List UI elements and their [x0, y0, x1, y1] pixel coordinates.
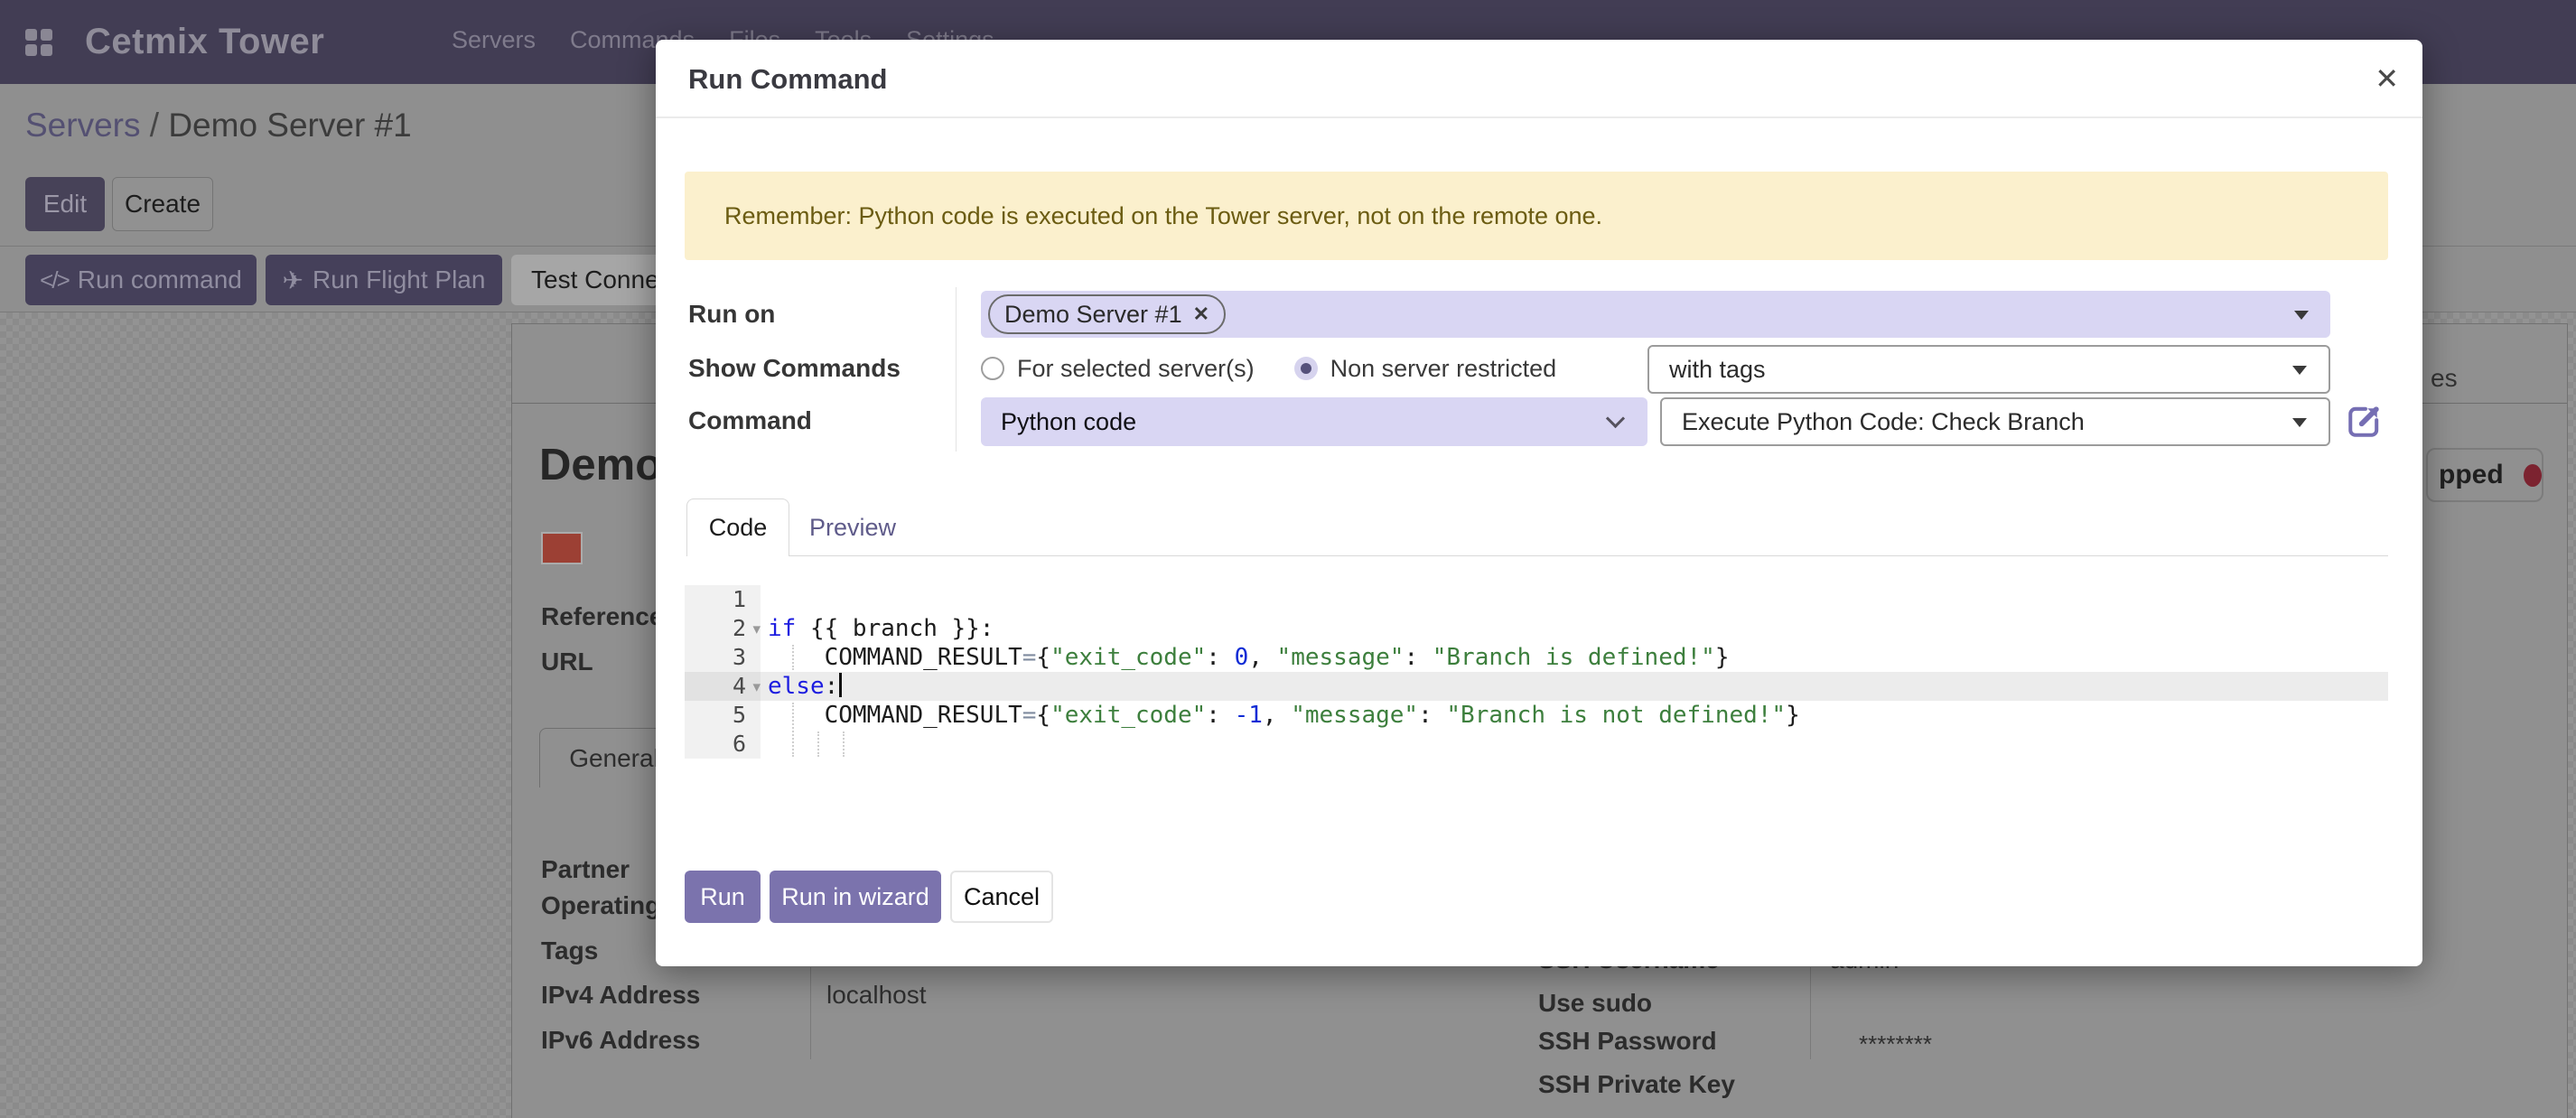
warning-text: Remember: Python code is executed on the… [724, 202, 1602, 230]
dropdown-caret-icon[interactable] [2294, 311, 2309, 320]
code-line-content[interactable]: else: [761, 672, 842, 701]
plane-icon: ✈ [283, 266, 303, 295]
dropdown-caret-icon [2292, 418, 2307, 427]
cancel-button[interactable]: Cancel [950, 871, 1053, 923]
radio-off-icon[interactable] [981, 357, 1004, 380]
code-line-6[interactable]: 6 [685, 730, 2388, 759]
run-command-modal: Run Command ✕ Remember: Python code is e… [656, 40, 2422, 966]
ssh-private-key-label: SSH Private Key [1538, 1070, 1735, 1099]
form-column-separator [956, 287, 957, 452]
gutter-line-number[interactable]: 2▾ [685, 614, 761, 643]
radio-non-server-restricted[interactable]: Non server restricted [1294, 355, 1557, 383]
modal-title: Run Command [688, 40, 887, 118]
run-on-field[interactable]: Demo Server #1 ✕ [981, 291, 2330, 338]
code-line-content[interactable]: COMMAND_RESULT={"exit_code": -1, "messag… [761, 701, 1800, 730]
partner-label: Partner [541, 855, 630, 884]
server-title: Demo [539, 440, 662, 490]
indent-guide [817, 731, 819, 757]
column-divider [810, 967, 811, 1059]
external-link-icon[interactable] [2343, 401, 2385, 443]
column-divider [1810, 967, 1811, 1059]
url-label: URL [541, 648, 593, 676]
operating-system-label: Operating [541, 891, 660, 920]
remove-tag-icon[interactable]: ✕ [1193, 303, 1209, 326]
run-on-label: Run on [688, 300, 775, 329]
code-line-5[interactable]: 5 COMMAND_RESULT={"exit_code": -1, "mess… [685, 701, 2388, 730]
tags-label: Tags [541, 936, 598, 965]
color-swatch[interactable] [541, 532, 583, 564]
ipv4-label: IPv4 Address [541, 981, 700, 1010]
gutter-line-number[interactable]: 6 [685, 730, 761, 759]
use-sudo-label: Use sudo [1538, 989, 1652, 1018]
run-flight-plan-button[interactable]: ✈ Run Flight Plan [266, 255, 502, 305]
gutter-line-number[interactable]: 5 [685, 701, 761, 730]
server-tag[interactable]: Demo Server #1 ✕ [988, 294, 1226, 334]
reference-label: Reference [541, 602, 663, 631]
breadcrumb: Servers / Demo Server #1 [25, 107, 412, 144]
command-label: Command [688, 406, 812, 435]
modal-header: Run Command ✕ [656, 40, 2422, 118]
run-button[interactable]: Run [685, 871, 761, 923]
code-line-4[interactable]: 4▾else: [685, 672, 2388, 701]
dropdown-caret-icon [2292, 366, 2307, 375]
code-line-1[interactable]: 1 [685, 585, 2388, 614]
indent-guide [792, 645, 794, 670]
indent-guide [792, 703, 794, 757]
code-icon: </> [40, 266, 69, 294]
close-icon[interactable]: ✕ [2375, 40, 2399, 118]
breadcrumb-separator: / [150, 107, 169, 144]
code-line-3[interactable]: 3 COMMAND_RESULT={"exit_code": 0, "messa… [685, 643, 2388, 672]
fold-caret-icon[interactable]: ▾ [752, 673, 761, 702]
gutter-line-number[interactable]: 4▾ [685, 672, 761, 701]
server-tag-label: Demo Server #1 [1004, 301, 1182, 329]
fold-caret-icon[interactable]: ▾ [752, 615, 761, 644]
code-line-content[interactable] [761, 730, 768, 759]
gutter-line-number[interactable]: 1 [685, 585, 761, 614]
tab-code[interactable]: Code [686, 498, 789, 556]
indent-guide [843, 731, 845, 757]
text-cursor [839, 673, 842, 697]
command-select[interactable]: Execute Python Code: Check Branch [1660, 397, 2330, 446]
edit-button[interactable]: Edit [25, 177, 105, 231]
radio-on-icon[interactable] [1294, 357, 1318, 380]
radio-for-selected-servers[interactable]: For selected server(s) [981, 355, 1255, 383]
status-dot-icon [2524, 464, 2542, 487]
warning-banner: Remember: Python code is executed on the… [685, 172, 2388, 260]
ssh-password-value: ******** [1859, 1030, 1932, 1058]
code-line-2[interactable]: 2▾if {{ branch }}: [685, 614, 2388, 643]
chevron-down-icon [1606, 409, 1625, 428]
status-badge-label: pped [2439, 460, 2504, 490]
show-commands-label: Show Commands [688, 354, 901, 383]
apps-grid-icon[interactable] [25, 29, 52, 56]
ipv6-label: IPv6 Address [541, 1026, 700, 1055]
tags-filter-select[interactable]: with tags [1647, 345, 2330, 394]
create-button[interactable]: Create [112, 177, 213, 231]
command-type-select[interactable]: Python code [981, 397, 1647, 446]
breadcrumb-servers[interactable]: Servers [25, 107, 140, 144]
code-line-content[interactable]: if {{ branch }}: [761, 614, 994, 643]
truncated-stat-button[interactable]: es [2431, 364, 2458, 393]
code-editor[interactable]: 12▾if {{ branch }}:3 COMMAND_RESULT={"ex… [685, 585, 2388, 760]
code-line-content[interactable]: COMMAND_RESULT={"exit_code": 0, "message… [761, 643, 1729, 672]
nav-item-servers[interactable]: Servers [452, 26, 536, 54]
ssh-password-label: SSH Password [1538, 1027, 1717, 1056]
code-line-content[interactable] [761, 585, 768, 614]
breadcrumb-current: Demo Server #1 [168, 107, 411, 144]
screen: Cetmix Tower ServersCommandsFilesToolsSe… [0, 0, 2576, 1118]
run-in-wizard-button[interactable]: Run in wizard [770, 871, 941, 923]
tab-preview[interactable]: Preview [789, 498, 916, 556]
gutter-line-number[interactable]: 3 [685, 643, 761, 672]
tabs-divider [686, 555, 2388, 556]
app-brand[interactable]: Cetmix Tower [85, 0, 324, 83]
ipv4-value: localhost [826, 981, 927, 1010]
status-badge: pped [2426, 448, 2543, 502]
run-command-button[interactable]: </> Run command [25, 255, 257, 305]
show-commands-radios: For selected server(s) Non server restri… [981, 343, 1556, 394]
